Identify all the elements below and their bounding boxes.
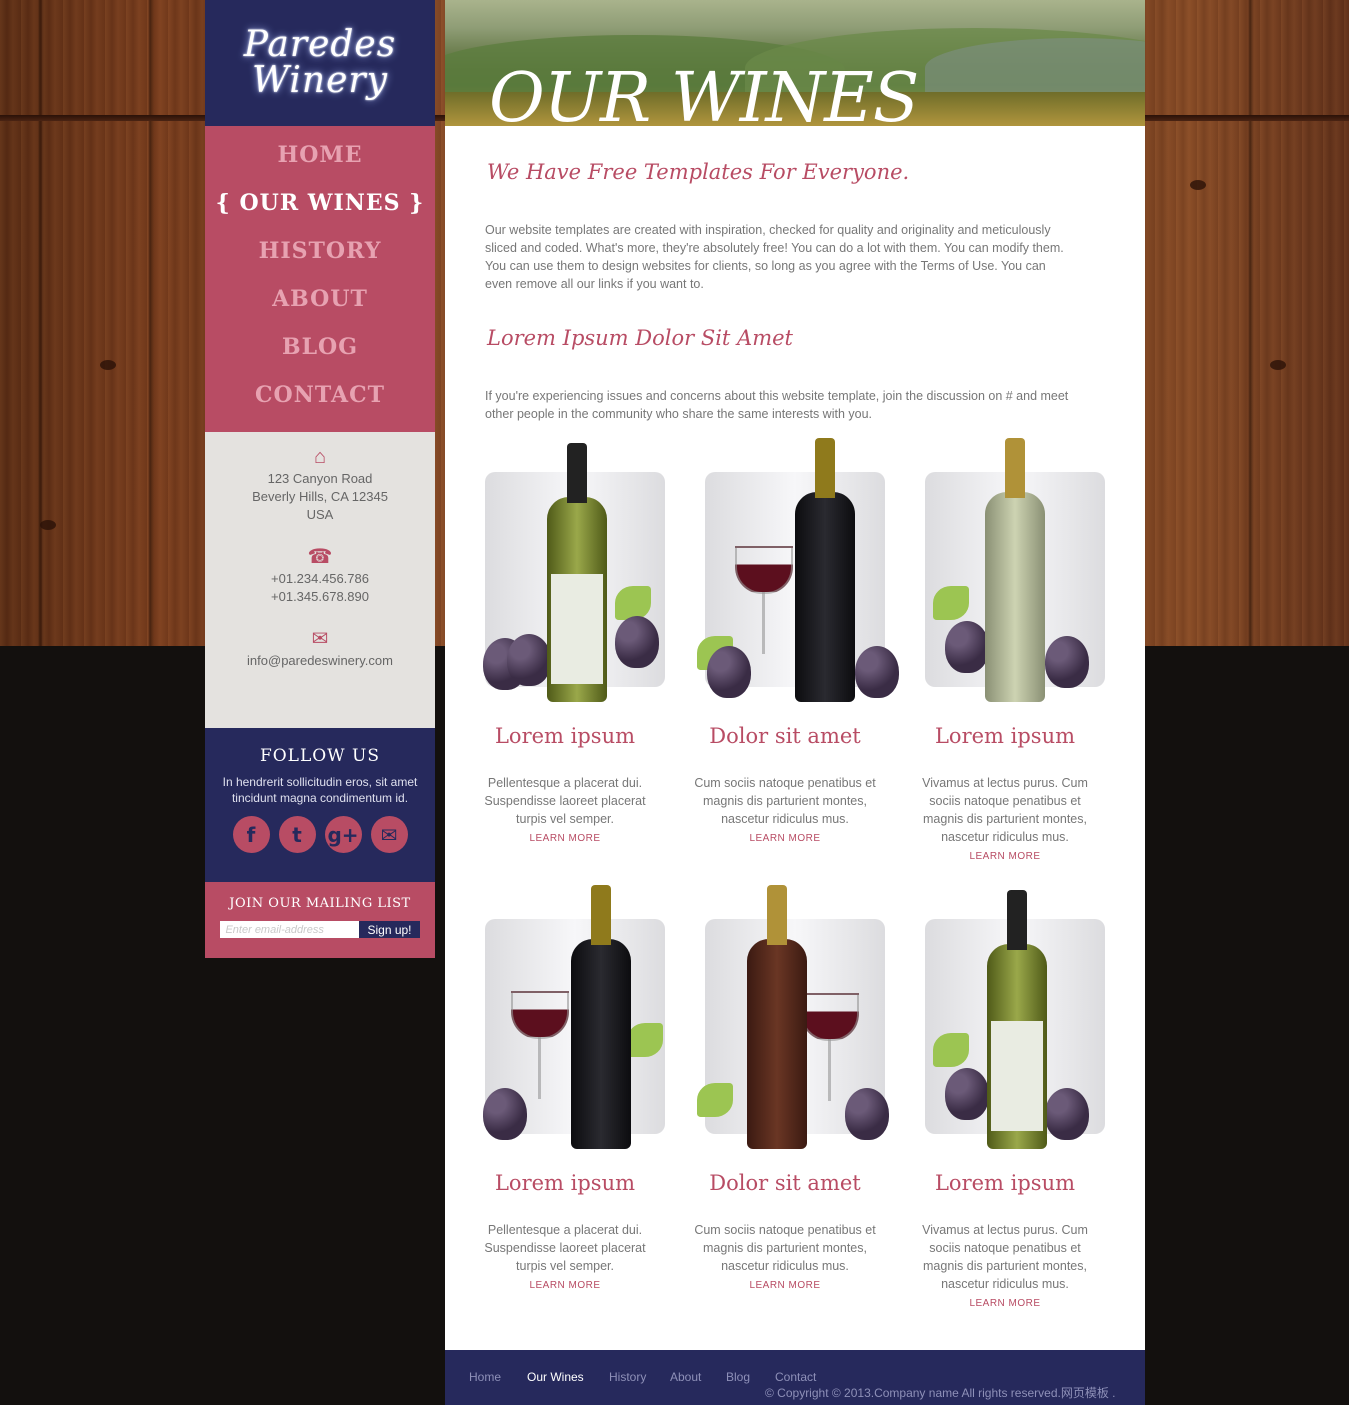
product-title: Lorem ipsum [494,1171,636,1195]
page-title: OUR WINES [489,59,919,127]
nav-contact[interactable]: CONTACT [205,376,435,424]
white-wine-bottle-image[interactable] [905,883,1105,1153]
phone-icon: ☎ [307,546,333,568]
nav-our-wines[interactable]: { OUR WINES } [205,184,435,232]
google-plus-icon[interactable]: g+ [324,816,362,853]
product-desc: Pellentesque a placerat dui. Suspendisse… [484,1223,646,1273]
champagne-bottle-image[interactable] [905,436,1105,706]
red-wine-bottle-image[interactable] [685,436,899,706]
address-line3: USA [306,507,334,522]
section2-heading: Lorem Ipsum Dolor Sit Amet [487,326,793,350]
social-links: f t g+ ✉ [205,816,435,853]
footer-link-about[interactable]: About [670,1370,701,1384]
sidebar: Paredes Winery HOME { OUR WINES } HISTOR… [205,0,435,958]
nav-history[interactable]: HISTORY [205,232,435,280]
signup-button[interactable]: Sign up! [359,921,420,938]
logo-line2: Winery [252,60,388,101]
main-nav: HOME { OUR WINES } HISTORY ABOUT BLOG CO… [205,126,435,432]
section2-text: If you're experiencing issues and concer… [485,389,1069,421]
contact-info: ⌂ 123 Canyon Road Beverly Hills, CA 1234… [205,432,435,728]
phone-1: +01.234.456.786 [271,571,369,586]
main-content: OUR WINES We Have Free Templates For Eve… [445,0,1145,1350]
product-card: Dolor sit amet Cum sociis natoque penati… [685,883,889,1293]
learn-more-link[interactable]: LEARN MORE [529,1280,600,1291]
learn-more-link[interactable]: LEARN MORE [529,833,600,844]
copyright: © Copyright © 2013.Company name All righ… [765,1386,1116,1400]
email-icon[interactable]: ✉ [370,816,408,853]
product-card: Lorem ipsum Pellentesque a placerat dui.… [465,436,665,846]
intro-heading: We Have Free Templates For Everyone. [487,160,910,184]
red-wine-bottle-image[interactable] [465,883,665,1153]
product-title: Dolor sit amet [709,1171,861,1195]
follow-text: In hendrerit sollicitudin eros, sit amet… [222,775,418,805]
product-desc: Pellentesque a placerat dui. Suspendisse… [484,776,646,826]
address-line2: Beverly Hills, CA 12345 [252,489,388,504]
mailing-form: Sign up! [205,921,435,938]
home-icon: ⌂ [313,446,327,468]
contact-email[interactable]: info@paredeswinery.com [205,652,435,670]
footer-link-home[interactable]: Home [469,1370,501,1384]
nav-blog[interactable]: BLOG [205,328,435,376]
product-title: Lorem ipsum [494,724,636,748]
product-card: Lorem ipsum Vivamus at lectus purus. Cum… [905,436,1105,864]
product-desc: Vivamus at lectus purus. Cum sociis nato… [922,1223,1088,1291]
learn-more-link[interactable]: LEARN MORE [749,1280,820,1291]
product-desc: Cum sociis natoque penatibus et magnis d… [694,1223,876,1273]
address-line1: 123 Canyon Road [267,471,373,486]
phone-2: +01.345.678.890 [271,589,369,604]
nav-home[interactable]: HOME [205,136,435,184]
footer-link-contact[interactable]: Contact [775,1370,816,1384]
product-desc: Cum sociis natoque penatibus et magnis d… [694,776,876,826]
product-title: Dolor sit amet [709,724,861,748]
learn-more-link[interactable]: LEARN MORE [749,833,820,844]
product-title: Lorem ipsum [934,724,1076,748]
logo-line1: Paredes [243,24,397,65]
logo[interactable]: Paredes Winery [205,0,435,126]
mailing-title: JOIN OUR MAILING LIST [229,896,411,911]
banner: OUR WINES [445,0,1145,126]
learn-more-link[interactable]: LEARN MORE [969,851,1040,862]
product-card: Dolor sit amet Cum sociis natoque penati… [685,436,899,846]
footer-link-history[interactable]: History [609,1370,646,1384]
email-input[interactable] [220,921,360,938]
facebook-icon[interactable]: f [232,816,270,853]
follow-us: FOLLOW US In hendrerit sollicitudin eros… [205,728,435,882]
product-card: Lorem ipsum Vivamus at lectus purus. Cum… [905,883,1105,1311]
follow-title: FOLLOW US [259,746,381,766]
twitter-icon[interactable]: t [278,816,316,853]
rose-champagne-bottle-image[interactable] [685,883,889,1153]
learn-more-link[interactable]: LEARN MORE [969,1298,1040,1309]
footer-link-blog[interactable]: Blog [726,1370,750,1384]
logo-text: Paredes Winery [230,27,410,99]
white-wine-bottle-image[interactable] [465,436,665,706]
footer: Home Our Wines History About Blog Contac… [445,1350,1145,1405]
nav-about[interactable]: ABOUT [205,280,435,328]
mailing-list: JOIN OUR MAILING LIST Sign up! [205,882,435,958]
product-desc: Vivamus at lectus purus. Cum sociis nato… [922,776,1088,844]
mail-icon: ✉ [311,628,329,650]
intro-text: Our website templates are created with i… [485,223,1064,291]
footer-link-our-wines[interactable]: Our Wines [527,1370,584,1384]
product-card: Lorem ipsum Pellentesque a placerat dui.… [465,883,665,1293]
product-title: Lorem ipsum [934,1171,1076,1195]
